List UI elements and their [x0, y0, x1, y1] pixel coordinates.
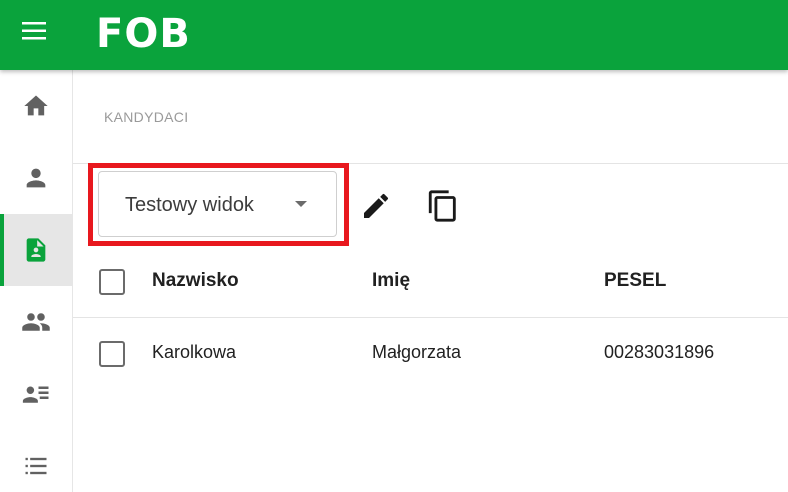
logo-text: FOB: [96, 11, 191, 57]
cell-nazwisko: Karolkowa: [152, 342, 237, 362]
row-checkbox[interactable]: [99, 341, 125, 367]
select-all-checkbox[interactable]: [99, 269, 125, 295]
sidebar-item-person[interactable]: [0, 142, 72, 214]
person-file-icon: [26, 238, 46, 262]
caret-down-icon: [295, 201, 307, 207]
sidebar-item-people[interactable]: [0, 286, 72, 358]
cell-imie: Małgorzata: [372, 342, 462, 362]
column-header-pesel[interactable]: PESEL: [604, 270, 666, 292]
column-header-nazwisko[interactable]: Nazwisko: [152, 270, 239, 292]
people-icon: [22, 313, 50, 331]
page-title: KANDYDACI: [104, 109, 189, 125]
sidebar-item-home[interactable]: [0, 70, 72, 142]
person-list-icon: [22, 386, 49, 403]
sidebar: [0, 70, 73, 492]
cell-pesel: 00283031896: [604, 342, 715, 362]
home-icon: [24, 95, 48, 116]
column-header-imie[interactable]: Imię: [372, 270, 410, 292]
table-header: Nazwisko Imię PESEL: [73, 246, 788, 318]
list-icon: [25, 457, 47, 475]
view-select[interactable]: Testowy widok: [98, 171, 337, 237]
copy-view-button[interactable]: [423, 186, 463, 226]
sidebar-item-contacts[interactable]: [0, 358, 72, 430]
pencil-icon: [364, 193, 388, 218]
edit-view-button[interactable]: [356, 186, 396, 226]
person-icon: [26, 168, 46, 188]
table-row[interactable]: Karolkowa Małgorzata 00283031896: [73, 318, 788, 390]
top-app-bar: FOB: [0, 0, 788, 70]
hamburger-menu-icon[interactable]: [22, 21, 54, 49]
view-select-value: Testowy widok: [125, 194, 254, 216]
fob-logo[interactable]: FOB: [96, 11, 212, 57]
sidebar-item-list[interactable]: [0, 430, 72, 492]
sidebar-item-candidates[interactable]: [0, 214, 72, 286]
main-content: KANDYDACI Testowy widok Nazwisko Imię PE…: [73, 70, 788, 492]
copy-icon: [428, 190, 456, 222]
